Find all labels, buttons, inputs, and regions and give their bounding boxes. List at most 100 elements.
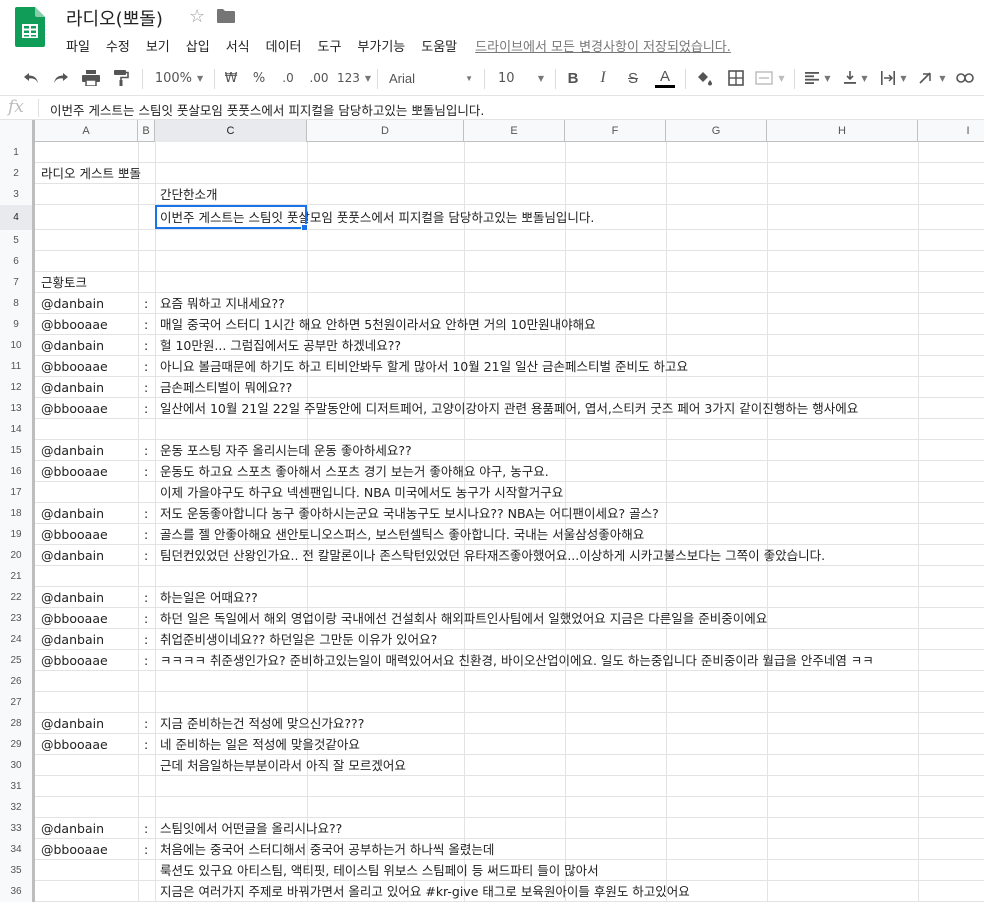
cell-a[interactable]: @bbooaae	[41, 398, 108, 419]
menu-insert[interactable]: 삽입	[186, 36, 210, 56]
cell-b[interactable]: :	[144, 545, 148, 566]
cell-c[interactable]: 처음에는 중국어 스터디해서 중국어 공부하는거 하나씩 올렸는데	[160, 839, 494, 860]
cell-a[interactable]: @bbooaae	[41, 356, 108, 377]
column-header-f[interactable]: F	[565, 120, 666, 142]
sheets-logo-icon[interactable]	[15, 7, 45, 47]
row-header[interactable]: 10	[0, 335, 35, 356]
cell-b[interactable]: :	[144, 461, 148, 482]
increase-decimal-button[interactable]: .00	[306, 60, 332, 96]
row-header[interactable]: 15	[0, 440, 35, 461]
column-header-b[interactable]: B	[138, 120, 155, 142]
row-header[interactable]: 5	[0, 230, 35, 251]
row-header[interactable]: 1	[0, 142, 35, 163]
row-header[interactable]: 28	[0, 713, 35, 734]
row-header[interactable]: 14	[0, 419, 35, 440]
cell-c[interactable]: 하던 일은 독일에서 해외 영업이랑 국내에선 건설회사 해외파트인사팀에서 일…	[160, 608, 767, 629]
cell-b[interactable]: :	[144, 608, 148, 629]
cell-a[interactable]: @danbain	[41, 377, 104, 398]
column-header-e[interactable]: E	[464, 120, 565, 142]
cell-c[interactable]: 이번주 게스트는 스팀잇 풋살모임 풋풋스에서 피지컬을 담당하고있는 뽀돌님입…	[160, 205, 594, 230]
cell-b[interactable]: :	[144, 293, 148, 314]
font-size-select[interactable]: 10 ▼	[492, 60, 550, 96]
cell-c[interactable]: 헐 10만원... 그럼집에서도 공부만 하겠네요??	[160, 335, 401, 356]
row-header[interactable]: 6	[0, 251, 35, 272]
row-header[interactable]: 11	[0, 356, 35, 377]
cell-a[interactable]: @bbooaae	[41, 734, 108, 755]
row-header[interactable]: 7	[0, 272, 35, 293]
column-header-i[interactable]: I	[918, 120, 984, 142]
cell-c[interactable]: 지금은 여러가지 주제로 바꿔가면서 올리고 있어요 #kr-give 태그로 …	[160, 881, 690, 902]
row-header[interactable]: 29	[0, 734, 35, 755]
row-header[interactable]: 2	[0, 163, 35, 184]
cell-c[interactable]: 룩션도 있구요 아티스팀, 액티핏, 테이스팀 위보스 스팀페이 등 써드파티 …	[160, 860, 599, 881]
decrease-decimal-button[interactable]: .0	[276, 60, 300, 96]
undo-icon[interactable]	[18, 60, 44, 96]
row-header[interactable]: 9	[0, 314, 35, 335]
more-formats-button[interactable]: 123 ▼	[336, 60, 372, 96]
row-header[interactable]: 23	[0, 608, 35, 629]
redo-icon[interactable]	[48, 60, 74, 96]
row-header[interactable]: 18	[0, 503, 35, 524]
strikethrough-icon[interactable]: S	[621, 60, 645, 96]
merge-icon[interactable]: ▼	[754, 60, 786, 96]
cell-a[interactable]: @bbooaae	[41, 461, 108, 482]
cell-b[interactable]: :	[144, 587, 148, 608]
save-status-link[interactable]: 드라이브에서 모든 변경사항이 저장되었습니다.	[475, 36, 731, 56]
align-left-icon[interactable]: ▼	[802, 60, 834, 96]
cell-a[interactable]: @danbain	[41, 503, 104, 524]
cell-b[interactable]: :	[144, 734, 148, 755]
row-header[interactable]: 20	[0, 545, 35, 566]
valign-bottom-icon[interactable]: ▼	[840, 60, 872, 96]
font-select[interactable]: Arial ▼	[385, 60, 477, 96]
cell-a[interactable]: @danbain	[41, 335, 104, 356]
cell-a[interactable]: 근황토크	[41, 272, 87, 293]
star-icon[interactable]: ☆	[189, 6, 205, 27]
paint-format-icon[interactable]	[108, 60, 134, 96]
menu-view[interactable]: 보기	[146, 36, 170, 56]
row-header[interactable]: 4	[0, 205, 35, 230]
menu-help[interactable]: 도움말	[421, 36, 457, 56]
row-header[interactable]: 36	[0, 881, 35, 902]
cell-b[interactable]: :	[144, 629, 148, 650]
cell-c[interactable]: 간단한소개	[160, 184, 218, 205]
cell-c[interactable]: 저도 운동좋아합니다 농구 좋아하시는군요 국내농구도 보시나요?? NBA는 …	[160, 503, 659, 524]
borders-icon[interactable]	[724, 60, 748, 96]
row-header[interactable]: 16	[0, 461, 35, 482]
italic-icon[interactable]: I	[591, 60, 615, 96]
cell-b[interactable]: :	[144, 839, 148, 860]
cell-a[interactable]: @danbain	[41, 293, 104, 314]
column-header-d[interactable]: D	[307, 120, 464, 142]
cell-c[interactable]: 요즘 뭐하고 지내세요??	[160, 293, 285, 314]
cell-a[interactable]: @bbooaae	[41, 314, 108, 335]
cell-a[interactable]: @bbooaae	[41, 524, 108, 545]
row-header[interactable]: 21	[0, 566, 35, 587]
cell-c[interactable]: 지금 준비하는건 적성에 맞으신가요???	[160, 713, 364, 734]
menu-file[interactable]: 파일	[66, 36, 90, 56]
text-wrap-icon[interactable]: ▼	[878, 60, 910, 96]
row-header[interactable]: 35	[0, 860, 35, 881]
row-header[interactable]: 30	[0, 755, 35, 776]
column-header-c[interactable]: C	[155, 120, 307, 142]
cell-c[interactable]: 운동도 하고요 스포츠 좋아해서 스포츠 경기 보는거 좋아해요 야구, 농구요…	[160, 461, 549, 482]
cell-b[interactable]: :	[144, 440, 148, 461]
cell-a[interactable]: @danbain	[41, 713, 104, 734]
column-header-h[interactable]: H	[767, 120, 918, 142]
menu-format[interactable]: 서식	[226, 36, 250, 56]
document-title[interactable]: 라디오(뽀돌)	[66, 5, 163, 31]
cell-a[interactable]: @danbain	[41, 545, 104, 566]
cell-b[interactable]: :	[144, 377, 148, 398]
row-header[interactable]: 17	[0, 482, 35, 503]
cell-c[interactable]: 근데 처음일하는부분이라서 아직 잘 모르겠어요	[160, 755, 406, 776]
cell-c[interactable]: ㅋㅋㅋㅋ 취준생인가요? 준비하고있는일이 매력있어서요 친환경, 바이오산업이…	[160, 650, 874, 671]
formula-input[interactable]: 이번주 게스트는 스팀잇 풋살모임 풋풋스에서 피지컬을 담당하고있는 뽀돌님입…	[50, 100, 484, 119]
cell-c[interactable]: 운동 포스팅 자주 올리시는데 운동 좋아하세요??	[160, 440, 412, 461]
cell-c[interactable]: 아니요 볼금때문에 하기도 하고 티비안봐두 할게 많아서 10월 21일 일산…	[160, 356, 688, 377]
cell-a[interactable]: @danbain	[41, 587, 104, 608]
cell-c[interactable]: 팀던컨있었던 산왕인가요.. 전 칼말론이나 존스탁턴있었던 유타재즈좋아했어요…	[160, 545, 825, 566]
cell-b[interactable]: :	[144, 503, 148, 524]
row-header[interactable]: 25	[0, 650, 35, 671]
cell-c[interactable]: 이제 가을야구도 하구요 넥센팬입니다. NBA 미국에서도 농구가 시작할거구…	[160, 482, 563, 503]
row-header[interactable]: 22	[0, 587, 35, 608]
cell-a[interactable]: @bbooaae	[41, 608, 108, 629]
cell-b[interactable]: :	[144, 524, 148, 545]
